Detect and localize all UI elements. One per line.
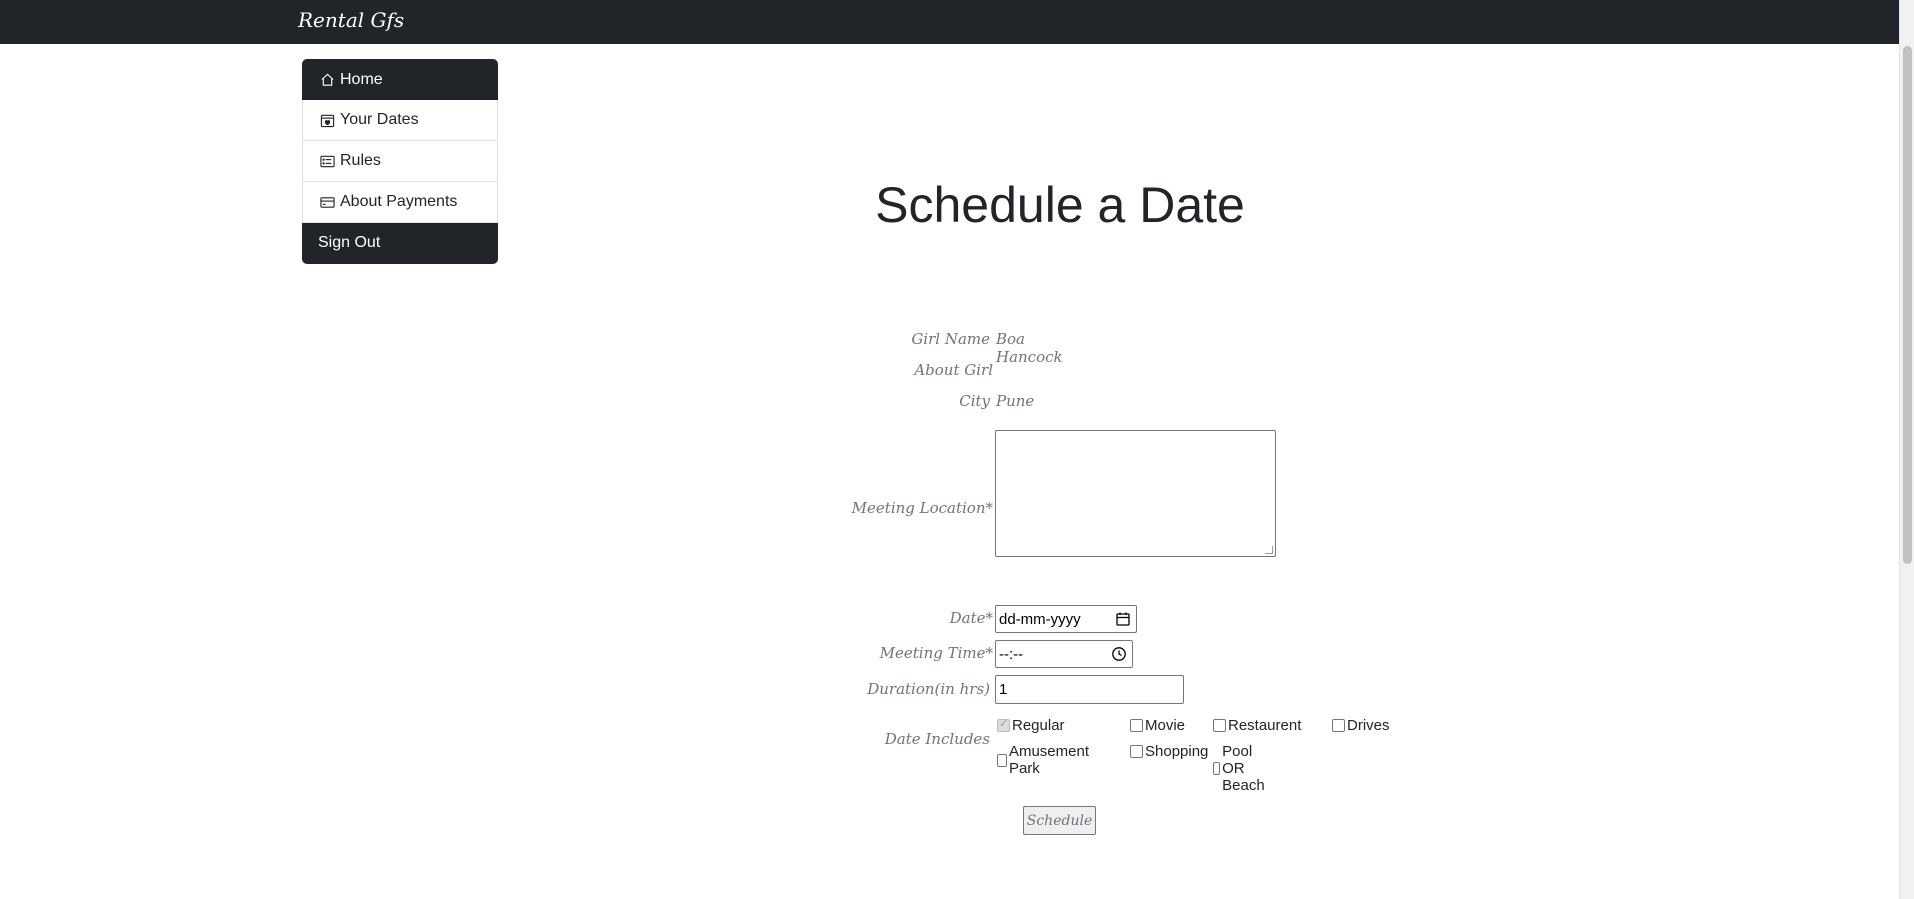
clock-icon[interactable]	[1111, 646, 1127, 662]
meeting-time-text: --:--	[999, 645, 1024, 663]
date-label: Date*	[949, 609, 993, 627]
checkbox-regular-box[interactable]	[997, 717, 1010, 732]
checkbox-restaurent[interactable]: Restaurent	[1213, 717, 1301, 734]
date-includes-label: Date Includes	[884, 730, 990, 748]
schedule-button[interactable]: Schedule	[1023, 806, 1096, 835]
checkbox-shopping[interactable]: Shopping	[1130, 743, 1208, 760]
calendar-heart-icon	[318, 112, 336, 128]
top-navbar: Rental Gfs	[0, 0, 1914, 44]
checkbox-label: Amusement Park	[1008, 743, 1089, 777]
meeting-time-label: Meeting Time*	[879, 644, 993, 662]
girl-name-value: Boa Hancock	[996, 330, 1063, 366]
sidebar-item-home[interactable]: Home	[302, 59, 498, 100]
checkbox-pool-or-beach-box[interactable]	[1213, 762, 1221, 775]
checkbox-label: Pool OR Beach	[1222, 743, 1265, 794]
checkbox-label: Movie	[1145, 717, 1186, 734]
date-input[interactable]: dd-mm-yyyy	[995, 605, 1137, 633]
sidebar-item-label: Your Dates	[340, 111, 419, 128]
sidebar-item-label: Rules	[340, 152, 381, 169]
duration-input[interactable]: 1	[995, 675, 1184, 704]
meeting-time-input[interactable]: --:--	[995, 640, 1133, 668]
page-scrollbar[interactable]	[1899, 0, 1914, 899]
meeting-location-label: Meeting Location*	[851, 499, 993, 517]
checkbox-regular[interactable]: Regular	[997, 717, 1065, 734]
brand-logo[interactable]: Rental Gfs	[298, 8, 404, 32]
checkbox-amusement-park[interactable]: Amusement Park	[997, 743, 1092, 777]
checkbox-label: Regular	[1012, 717, 1065, 734]
card-list-icon	[318, 153, 336, 169]
checkbox-label: Restaurent	[1228, 717, 1302, 734]
checkbox-drives[interactable]: Drives	[1332, 717, 1390, 734]
calendar-icon[interactable]	[1115, 611, 1131, 627]
sidebar-item-your-dates[interactable]: Your Dates	[302, 100, 498, 141]
resize-grip-icon[interactable]	[1265, 546, 1273, 554]
city-label: City	[959, 392, 990, 410]
date-input-text: dd-mm-yyyy	[999, 610, 1081, 628]
page-title: Schedule a Date	[875, 177, 1245, 233]
checkbox-movie[interactable]: Movie	[1130, 717, 1185, 734]
girl-name-label: Girl Name	[911, 330, 990, 348]
checkbox-label: Shopping	[1145, 743, 1209, 760]
checkbox-amusement-park-box[interactable]	[997, 753, 1007, 767]
sidebar-item-label: Sign Out	[318, 234, 381, 251]
checkbox-label: Drives	[1347, 717, 1390, 734]
checkbox-restaurent-box[interactable]	[1213, 719, 1226, 732]
checkbox-pool-or-beach[interactable]: Pool OR Beach	[1213, 743, 1271, 794]
city-value: Pune	[996, 392, 1035, 410]
sidebar-item-label: Home	[340, 70, 383, 88]
meeting-location-textarea[interactable]	[995, 430, 1276, 557]
checkbox-drives-box[interactable]	[1332, 719, 1345, 732]
checkbox-shopping-box[interactable]	[1130, 745, 1143, 758]
duration-label: Duration(in hrs)	[867, 680, 990, 698]
scrollbar-thumb[interactable]	[1903, 46, 1912, 564]
about-girl-label: About Girl	[914, 361, 993, 379]
checkbox-movie-box[interactable]	[1130, 719, 1143, 732]
house-icon	[318, 72, 336, 88]
duration-input-text: 1	[999, 681, 1008, 698]
